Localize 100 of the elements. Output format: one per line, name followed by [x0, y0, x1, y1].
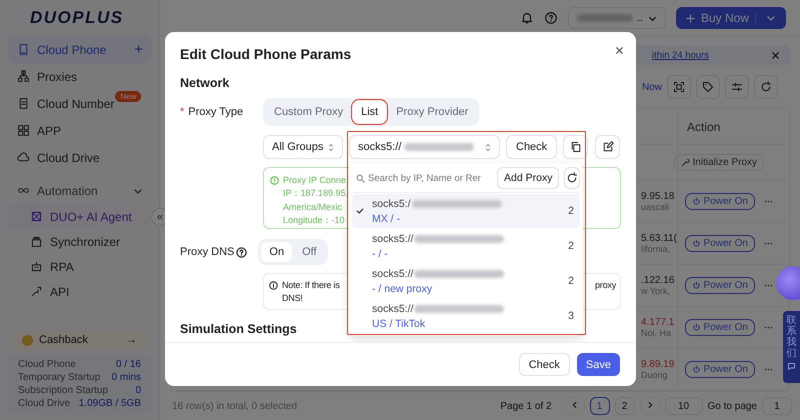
status-text: IP：187.189.95.	[283, 187, 347, 200]
usage-label: Cloud Drive	[18, 398, 70, 409]
row-summary: 16 row(s) in total, 0 selected	[172, 400, 298, 412]
dialog-title: Edit Cloud Phone Params	[180, 46, 352, 62]
usage-count: 2	[568, 240, 574, 252]
sliders-icon	[731, 81, 743, 93]
power-on-button[interactable]: Power On	[684, 319, 755, 336]
nav-item[interactable]: Synchronizer	[8, 229, 151, 254]
group-select[interactable]: All Groups	[263, 135, 343, 159]
segment-tab[interactable]: Custom Proxy	[266, 101, 352, 123]
contact-tab[interactable]: 联系我们	[783, 311, 800, 383]
nav-item[interactable]: API	[8, 279, 151, 304]
bell-icon[interactable]	[520, 11, 534, 25]
ip-text: 4.177.1	[641, 317, 676, 328]
proxy-option[interactable]: socks5:// US / TikTok 3	[352, 299, 580, 333]
proxy-option[interactable]: socks5:// - / new proxy 2	[352, 264, 580, 298]
check-button[interactable]: Check	[518, 353, 570, 376]
proxy-option[interactable]: socks5:/ MX / - 2	[352, 194, 580, 228]
copy-icon	[570, 141, 582, 153]
blurred-text	[576, 14, 633, 22]
required-mark: *	[180, 106, 184, 118]
next-page-button[interactable]	[640, 397, 660, 415]
segment-tab[interactable]: Proxy Provider	[388, 101, 476, 123]
chevron-right-icon	[646, 400, 654, 408]
page-input[interactable]: 1	[762, 397, 792, 415]
refresh-button[interactable]	[564, 167, 580, 189]
proxy-meta: - / new proxy	[372, 282, 434, 294]
usage-count: 2	[568, 205, 574, 217]
location-text: w York,	[641, 286, 672, 296]
chat-icon	[787, 362, 796, 371]
more-icon[interactable]	[764, 242, 773, 245]
ip-text: 9.89.19	[641, 359, 676, 370]
edit-button[interactable]	[595, 135, 620, 159]
close-icon[interactable]	[771, 50, 780, 60]
proxy-option[interactable]: socks5:// - / - 2	[352, 229, 580, 263]
power-on-button[interactable]: Power On	[684, 277, 755, 294]
copy-button[interactable]	[563, 135, 588, 159]
usage-label: Cloud Phone	[18, 359, 76, 370]
usage-count: 2	[568, 275, 574, 287]
power-icon	[692, 281, 701, 290]
more-icon[interactable]	[764, 368, 773, 371]
note-text: Note: If there is	[282, 280, 340, 290]
power-on-button[interactable]: Power On	[684, 235, 755, 252]
usage-value: 0 / 16	[116, 359, 141, 370]
sort-caret-icon	[485, 142, 491, 152]
page-button[interactable]: 2	[614, 397, 635, 415]
status-text: Proxy IP Conne	[283, 175, 347, 185]
scan-button[interactable]	[667, 75, 691, 99]
location-text: Noi, Ha	[641, 328, 672, 338]
phone-icon	[17, 43, 30, 56]
save-button[interactable]: Save	[576, 353, 620, 376]
banner-link[interactable]: ithin 24 hours	[652, 50, 709, 60]
tag-button[interactable]	[696, 75, 720, 99]
filter-button[interactable]	[725, 75, 749, 99]
blurred-text	[404, 143, 474, 151]
more-icon[interactable]	[764, 326, 773, 329]
nav-item[interactable]: Cloud Drive	[8, 144, 151, 171]
check-button[interactable]: Check	[506, 135, 558, 159]
more-icon[interactable]	[764, 284, 773, 287]
status-text: America/Mexic	[283, 202, 344, 212]
refresh-icon	[566, 172, 578, 184]
proxy-meta: US / TikTok	[372, 318, 426, 330]
nav-item[interactable]: RPA	[8, 254, 151, 279]
account-select[interactable]: ..	[568, 7, 666, 29]
add-icon[interactable]: +	[134, 41, 143, 58]
power-on-button[interactable]: Power On	[684, 361, 755, 378]
toolbar-link[interactable]: Now	[642, 82, 662, 92]
segment-tab[interactable]: List	[353, 101, 386, 123]
check-icon	[356, 207, 364, 215]
note-text: DNS!	[282, 293, 304, 303]
ip-text: .122.16	[641, 275, 676, 286]
nav-item[interactable]: Cloud Number New	[8, 90, 151, 117]
stack-icon	[30, 235, 43, 248]
page-info: Page 1 of 2	[500, 400, 552, 412]
previous-page-button[interactable]	[564, 397, 585, 415]
more-icon[interactable]	[764, 200, 773, 203]
segment-tab[interactable]: On	[261, 242, 292, 262]
nav-item[interactable]: Proxies	[8, 63, 151, 90]
field-label: Proxy DNS	[180, 246, 234, 258]
add-proxy-button[interactable]: Add Proxy	[497, 167, 560, 189]
cashback-card[interactable]: Cashback →	[12, 330, 147, 350]
initialize-proxy-button[interactable]: Initialize Proxy	[674, 154, 764, 171]
go-to-label: Go to page	[708, 400, 757, 412]
segment-tab[interactable]: Off	[294, 242, 325, 262]
ip-text: 5.63.11(	[641, 233, 677, 244]
proxy-select[interactable]: socks5://	[349, 135, 500, 159]
nav-item[interactable]: Cloud Phone +	[8, 36, 151, 63]
usage-label: Subscription Startup	[18, 385, 108, 396]
help-icon[interactable]	[236, 246, 248, 258]
close-icon[interactable]	[615, 46, 624, 54]
power-on-button[interactable]: Power On	[684, 193, 755, 210]
plus-icon	[686, 14, 695, 22]
page-size-select[interactable]: 10	[664, 397, 703, 415]
nav-group[interactable]: Automation	[8, 177, 151, 204]
nav-item[interactable]: APP	[8, 117, 151, 144]
usage-value: 0	[135, 385, 141, 396]
buy-now-button[interactable]: Buy Now	[676, 7, 786, 29]
refresh-icon	[760, 81, 772, 93]
page-button[interactable]: 1	[590, 397, 610, 415]
scan-icon	[673, 81, 685, 93]
